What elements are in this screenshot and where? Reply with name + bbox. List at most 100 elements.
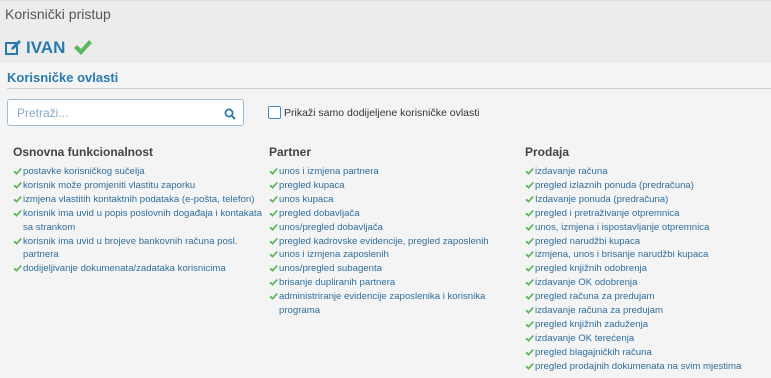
permission-label: unos, izmjena i ispostavljanje otpremnic… xyxy=(535,221,710,233)
permission-label: pregled izlaznih ponuda (predračuna) xyxy=(535,179,694,191)
check-icon xyxy=(269,251,278,259)
check-icon xyxy=(525,293,534,301)
permission-item[interactable]: unos/pregled subagenta xyxy=(269,262,517,276)
permission-item[interactable]: pregled dobavljača xyxy=(269,207,517,221)
permission-label: korisnik ima uvid u brojeve bankovnih ra… xyxy=(23,235,238,261)
permission-item[interactable]: izmjena, unos i brisanje narudžbi kupaca xyxy=(525,248,771,262)
permission-label: pregled kupaca xyxy=(279,179,345,191)
section-divider xyxy=(7,88,771,89)
assigned-only-checkbox[interactable] xyxy=(268,106,281,119)
permission-label: izmjena, unos i brisanje narudžbi kupaca xyxy=(535,249,709,261)
check-icon xyxy=(525,251,534,259)
check-icon xyxy=(525,279,534,287)
search-input[interactable] xyxy=(17,100,217,125)
permission-item[interactable]: unos i izmjena zaposlenih xyxy=(269,248,517,262)
permission-label: pregled blagajničkih računa xyxy=(535,346,652,358)
check-icon xyxy=(525,181,534,189)
permission-item[interactable]: izdavanje OK terećenja xyxy=(525,332,771,346)
check-icon xyxy=(13,209,22,217)
permission-label: pregled kadrovske evidencije, pregled za… xyxy=(279,235,489,247)
permission-item[interactable]: unos kupaca xyxy=(269,193,517,207)
permission-item[interactable]: brisanje dupliranih partnera xyxy=(269,276,517,290)
permissions-panel: Korisničke ovlasti Prikaži samo dodijelj… xyxy=(0,63,771,378)
permission-item[interactable]: pregled i pretraživanje otpremnica xyxy=(525,207,771,221)
check-icon xyxy=(269,279,278,287)
column-title: Prodaja xyxy=(525,145,570,159)
permission-item[interactable]: korisnik može promjeniti vlastitu zapork… xyxy=(13,179,263,193)
permission-item[interactable]: pregled knjižnih odobrenja xyxy=(525,262,771,276)
permission-label: korisnik ima uvid u popis poslovnih doga… xyxy=(23,207,262,233)
permission-item[interactable]: postavke korisničkog sučelja xyxy=(13,165,263,179)
permission-item[interactable]: dodijeljivanje dokumenata/zadataka koris… xyxy=(13,262,263,276)
check-icon xyxy=(525,362,534,370)
column-prodaja: Prodaja izdavanje računa pregled izlaznih… xyxy=(525,145,771,374)
permission-label: pregled dobavljača xyxy=(279,207,360,219)
permission-label: pregled računa za predujam xyxy=(535,291,655,303)
permission-label: pregled knjižnih zaduženja xyxy=(535,318,649,330)
permission-label: administriranje evidencije zaposlenika i… xyxy=(279,291,486,317)
permission-item[interactable]: izdavanje računa xyxy=(525,165,771,179)
permission-item[interactable]: korisnik ima uvid u brojeve bankovnih ra… xyxy=(13,235,263,263)
permission-item[interactable]: pregled kadrovske evidencije, pregled za… xyxy=(269,235,517,249)
permission-label: brisanje dupliranih partnera xyxy=(279,277,396,289)
permission-item[interactable]: pregled izlaznih ponuda (predračuna) xyxy=(525,179,771,193)
permission-label: izmjena vlastitih kontaktnih podataka (e… xyxy=(23,193,255,205)
permission-label: unos/pregled dobavljača xyxy=(279,221,384,233)
permission-item[interactable]: izdavanje računa za predujam xyxy=(525,304,771,318)
assigned-only-label: Prikaži samo dodijeljene korisničke ovla… xyxy=(284,106,480,119)
check-icon xyxy=(525,195,534,203)
page-header: Korisnički pristup IVAN xyxy=(0,0,771,64)
check-icon xyxy=(269,265,278,273)
permission-label: izdavanje računa xyxy=(535,166,608,177)
permission-label: pregled knjižnih odobrenja xyxy=(535,263,648,275)
permission-item[interactable]: pregled računa za predujam xyxy=(525,290,771,304)
column-title: Partner xyxy=(269,145,312,159)
permission-label: unos i izmjena zaposlenih xyxy=(279,249,389,261)
user-name: IVAN xyxy=(26,38,66,57)
check-icon xyxy=(525,209,534,217)
user-row: IVAN xyxy=(5,36,93,60)
permission-label: postavke korisničkog sučelja xyxy=(23,166,145,177)
search-icon[interactable] xyxy=(224,107,236,120)
check-icon xyxy=(269,293,278,301)
check-icon xyxy=(73,39,93,57)
check-icon xyxy=(13,265,22,273)
permission-item[interactable]: korisnik ima uvid u popis poslovnih doga… xyxy=(13,207,263,235)
check-icon xyxy=(269,167,278,175)
check-icon xyxy=(269,195,278,203)
check-icon xyxy=(525,320,534,328)
permission-item[interactable]: administriranje evidencije zaposlenika i… xyxy=(269,290,517,318)
check-icon xyxy=(269,209,278,217)
permission-item[interactable]: izmjena vlastitih kontaktnih podataka (e… xyxy=(13,193,263,207)
check-icon xyxy=(269,223,278,231)
check-icon xyxy=(525,223,534,231)
check-icon xyxy=(525,265,534,273)
check-icon xyxy=(525,348,534,356)
permission-item[interactable]: Izdavanje ponuda (predračuna) xyxy=(525,193,771,207)
permission-label: pregled narudžbi kupaca xyxy=(535,235,641,247)
permission-item[interactable]: unos i izmjena partnera xyxy=(269,165,517,179)
permission-label: unos kupaca xyxy=(279,193,334,205)
edit-icon[interactable] xyxy=(5,40,21,56)
permission-item[interactable]: unos/pregled dobavljača xyxy=(269,221,517,235)
check-icon xyxy=(525,334,534,342)
page-title: Korisnički pristup xyxy=(5,6,111,22)
permission-item[interactable]: unos, izmjena i ispostavljanje otpremnic… xyxy=(525,221,771,235)
permission-label: unos i izmjena partnera xyxy=(279,166,379,177)
check-icon xyxy=(13,167,22,175)
check-icon xyxy=(13,181,22,189)
permission-label: Izdavanje ponuda (predračuna) xyxy=(535,193,669,205)
check-icon xyxy=(269,181,278,189)
check-icon xyxy=(525,167,534,175)
permission-label: unos/pregled subagenta xyxy=(279,263,382,275)
permission-item[interactable]: izdavanje OK odobrenja xyxy=(525,276,771,290)
permission-item[interactable]: pregled prodajnih dokumenata na svim mje… xyxy=(525,360,771,374)
check-icon xyxy=(269,237,278,245)
assigned-filter[interactable]: Prikaži samo dodijeljene korisničke ovla… xyxy=(268,106,480,119)
permission-label: pregled prodajnih dokumenata na svim mje… xyxy=(535,360,742,372)
permission-item[interactable]: pregled knjižnih zaduženja xyxy=(525,318,771,332)
permission-item[interactable]: pregled narudžbi kupaca xyxy=(525,235,771,249)
permission-item[interactable]: pregled blagajničkih računa xyxy=(525,346,771,360)
permission-item[interactable]: pregled kupaca xyxy=(269,179,517,193)
check-icon xyxy=(13,195,22,203)
